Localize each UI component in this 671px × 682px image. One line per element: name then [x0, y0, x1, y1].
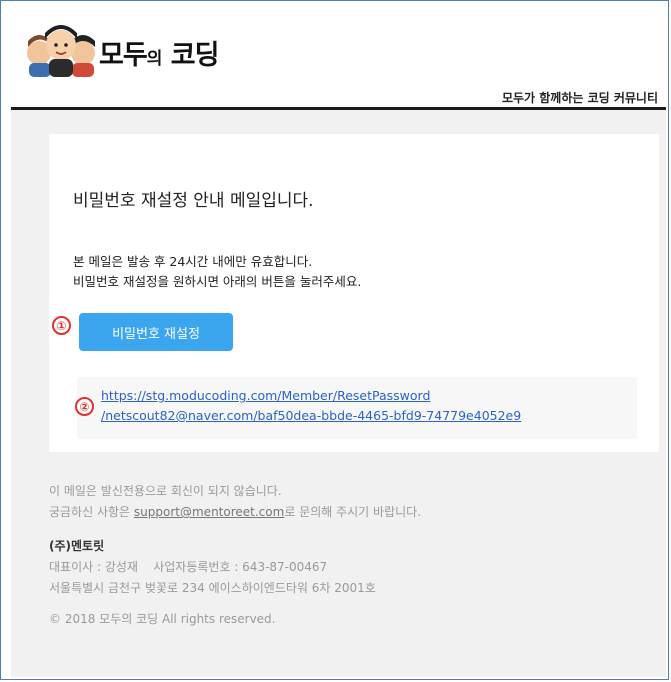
- screenshot-frame: 모두의 코딩 모두가 함께하는 코딩 커뮤니티 비밀번호 재설정 안내 메일입니…: [0, 0, 669, 680]
- email-card: 비밀번호 재설정 안내 메일입니다. 본 메일은 발송 후 24시간 내에만 유…: [49, 134, 659, 452]
- reset-link-line-2[interactable]: /netscout82@naver.com/baf50dea-bbde-4465…: [101, 406, 521, 426]
- tagline: 모두가 함께하는 코딩 커뮤니티: [501, 91, 658, 105]
- reset-password-button[interactable]: 비밀번호 재설정: [79, 313, 233, 351]
- email-body: 비밀번호 재설정 안내 메일입니다. 본 메일은 발송 후 24시간 내에만 유…: [11, 110, 666, 677]
- description-line-1: 본 메일은 발송 후 24시간 내에만 유효합니다.: [73, 254, 313, 269]
- footer-spacer: [49, 599, 656, 609]
- reset-link-line-1[interactable]: https://stg.moducoding.com/Member/ResetP…: [101, 386, 521, 406]
- description-line-2: 비밀번호 재설정을 원하시면 아래의 버튼을 눌러주세요.: [73, 274, 362, 289]
- annotation-marker-1: ①: [52, 316, 71, 335]
- reset-link-box: https://stg.moducoding.com/Member/ResetP…: [77, 377, 637, 439]
- logo-text: 모두의 코딩: [99, 33, 220, 72]
- copyright: © 2018 모두의 코딩 All rights reserved.: [49, 612, 276, 626]
- company-address: 서울특별시 금천구 벚꽃로 234 에이스하이엔드타워 6차 2001호: [49, 581, 376, 595]
- support-email-link[interactable]: support@mentoreet.com: [134, 505, 284, 519]
- people-faces-logo-icon: [27, 25, 95, 77]
- logo-text-end: 코딩: [170, 40, 220, 71]
- business-number: 사업자등록번호 : 643-87-00467: [153, 560, 328, 574]
- annotation-marker-2: ②: [75, 397, 94, 416]
- email-footer: 이 메일은 발신전용으로 회신이 되지 않습니다. 궁금하신 사항은 suppo…: [49, 481, 656, 630]
- logo-text-main: 모두: [99, 40, 148, 71]
- company-info: 대표이사 : 강성재 사업자등록번호 : 643-87-00467: [49, 557, 656, 578]
- noreply-notice: 이 메일은 발신전용으로 회신이 되지 않습니다.: [49, 484, 282, 498]
- contact-notice: 궁금하신 사항은 support@mentoreet.com로 문의해 주시기 …: [49, 502, 656, 523]
- company-name: (주)멘토릿: [49, 539, 105, 553]
- email-title: 비밀번호 재설정 안내 메일입니다.: [73, 191, 314, 211]
- contact-suffix: 로 문의해 주시기 바랍니다.: [284, 505, 422, 519]
- reset-password-link[interactable]: https://stg.moducoding.com/Member/ResetP…: [101, 386, 521, 426]
- ceo-info: 대표이사 : 강성재: [49, 560, 138, 574]
- contact-prefix: 궁금하신 사항은: [49, 505, 134, 519]
- email-description: 본 메일은 발송 후 24시간 내에만 유효합니다. 비밀번호 재설정을 원하시…: [73, 252, 361, 292]
- logo-text-small: 의: [146, 49, 163, 69]
